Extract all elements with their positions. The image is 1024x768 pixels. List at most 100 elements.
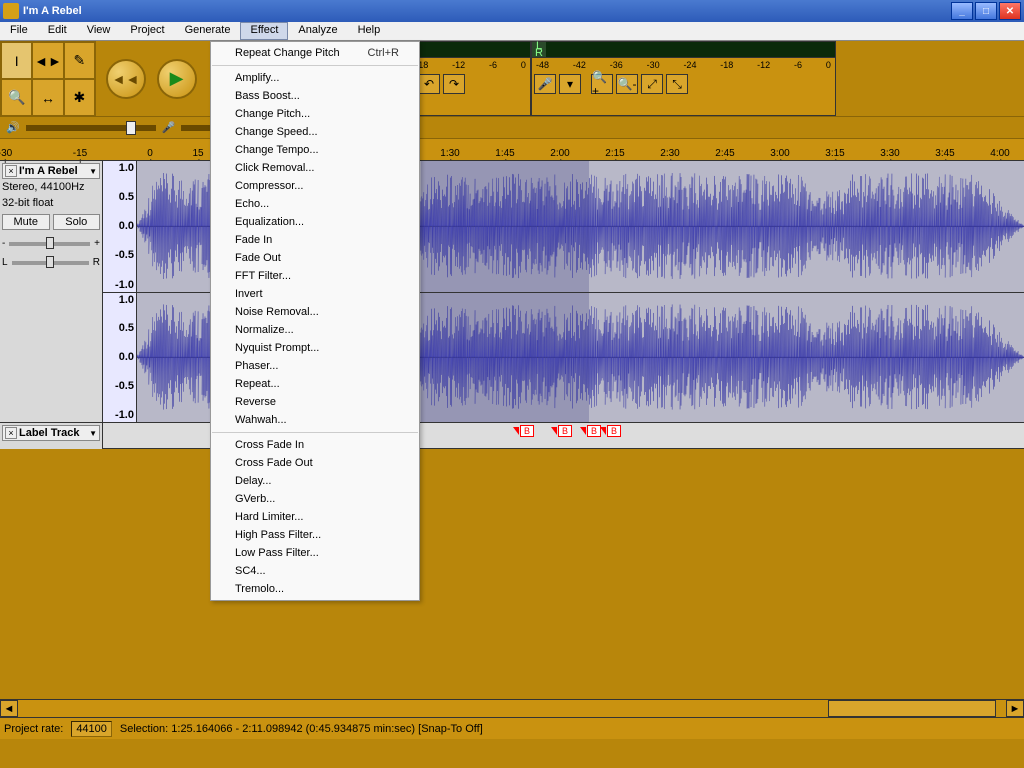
menu-edit[interactable]: Edit bbox=[38, 22, 77, 40]
envelope-tool-icon[interactable]: ◄► bbox=[32, 42, 63, 79]
effect-item[interactable]: Repeat... bbox=[211, 375, 419, 393]
track-header: × I'm A Rebel ▼ Stereo, 44100Hz 32-bit f… bbox=[0, 161, 103, 422]
effect-item[interactable]: Fade Out bbox=[211, 249, 419, 267]
scrollbar-thumb[interactable] bbox=[828, 700, 996, 717]
close-button[interactable]: ✕ bbox=[999, 2, 1021, 20]
effect-item[interactable]: Invert bbox=[211, 285, 419, 303]
mic-icon: 🎤 bbox=[534, 74, 556, 94]
transport-controls: ◄◄ ▶ bbox=[96, 41, 206, 116]
maximize-button[interactable]: □ bbox=[975, 2, 997, 20]
redo-button[interactable]: ↷ bbox=[443, 74, 465, 94]
timeshift-tool-icon[interactable]: ↔ bbox=[32, 79, 63, 116]
effect-item[interactable]: Delay... bbox=[211, 472, 419, 490]
effect-item[interactable]: Bass Boost... bbox=[211, 87, 419, 105]
timeline-tick: 3:30 bbox=[880, 148, 899, 159]
effect-item[interactable]: FFT Filter... bbox=[211, 267, 419, 285]
effect-item[interactable]: Reverse bbox=[211, 393, 419, 411]
rewind-button[interactable]: ◄◄ bbox=[106, 59, 146, 99]
effect-dropdown: Repeat Change Pitch Ctrl+R Amplify...Bas… bbox=[210, 41, 420, 601]
pan-slider[interactable] bbox=[12, 261, 89, 265]
zoom-out-button[interactable]: 🔍- bbox=[616, 74, 638, 94]
timeline-ruler[interactable]: -30-150151:301:452:002:152:302:453:003:1… bbox=[0, 139, 1024, 161]
track-name-label: I'm A Rebel bbox=[19, 165, 89, 177]
gain-slider[interactable] bbox=[9, 242, 90, 246]
selection-tool-icon[interactable]: I bbox=[1, 42, 32, 79]
menu-separator bbox=[212, 65, 418, 66]
output-volume-slider[interactable] bbox=[26, 125, 156, 131]
effect-item[interactable]: Change Pitch... bbox=[211, 105, 419, 123]
fit-selection-button[interactable]: ⤢ bbox=[641, 74, 663, 94]
effect-item[interactable]: Low Pass Filter... bbox=[211, 544, 419, 562]
effect-repeat-shortcut: Ctrl+R bbox=[368, 47, 399, 59]
effect-item[interactable]: Equalization... bbox=[211, 213, 419, 231]
menu-help[interactable]: Help bbox=[348, 22, 391, 40]
input-meter[interactable]: LR -48-42-36-30-24-18-12-60 🎤 ▾ 🔍+ 🔍- ⤢ … bbox=[531, 41, 836, 116]
menu-file[interactable]: File bbox=[0, 22, 38, 40]
effect-item[interactable]: GVerb... bbox=[211, 490, 419, 508]
tool-palette: I ◄► ✎ 🔍 ↔ ✱ bbox=[0, 41, 96, 117]
effect-item[interactable]: Compressor... bbox=[211, 177, 419, 195]
effect-item[interactable]: Amplify... bbox=[211, 69, 419, 87]
menu-effect[interactable]: Effect bbox=[240, 22, 288, 40]
menu-project[interactable]: Project bbox=[120, 22, 174, 40]
effect-item[interactable]: Click Removal... bbox=[211, 159, 419, 177]
label-marker[interactable]: B bbox=[600, 425, 621, 437]
effect-item[interactable]: Normalize... bbox=[211, 321, 419, 339]
status-bar: Project rate: 44100 Selection: 1:25.1640… bbox=[0, 717, 1024, 739]
effect-item[interactable]: Echo... bbox=[211, 195, 419, 213]
label-marker[interactable]: B bbox=[580, 425, 601, 437]
scroll-right-button[interactable]: ► bbox=[1006, 700, 1024, 717]
zoom-in-button[interactable]: 🔍+ bbox=[591, 74, 613, 94]
menu-separator bbox=[212, 432, 418, 433]
menu-view[interactable]: View bbox=[77, 22, 121, 40]
label-track-header: × Label Track ▼ bbox=[0, 423, 103, 449]
mute-button[interactable]: Mute bbox=[2, 214, 50, 230]
menu-generate[interactable]: Generate bbox=[175, 22, 241, 40]
rewind-icon: ◄◄ bbox=[112, 71, 140, 87]
app-icon bbox=[3, 3, 19, 19]
project-rate-value[interactable]: 44100 bbox=[71, 721, 112, 737]
multi-tool-icon[interactable]: ✱ bbox=[64, 79, 95, 116]
effect-item[interactable]: Noise Removal... bbox=[211, 303, 419, 321]
effect-item[interactable]: Fade In bbox=[211, 231, 419, 249]
timeline-tick: 0 bbox=[147, 148, 153, 159]
audio-track: × I'm A Rebel ▼ Stereo, 44100Hz 32-bit f… bbox=[0, 161, 1024, 423]
undo-button[interactable]: ↶ bbox=[418, 74, 440, 94]
menu-analyze[interactable]: Analyze bbox=[288, 22, 347, 40]
timeline-tick: 4:00 bbox=[990, 148, 1009, 159]
horizontal-scrollbar[interactable]: ◄ ► bbox=[0, 699, 1024, 717]
play-button[interactable]: ▶ bbox=[157, 59, 197, 99]
effect-item[interactable]: Tremolo... bbox=[211, 580, 419, 598]
zoom-tool-icon[interactable]: 🔍 bbox=[1, 79, 32, 116]
effect-item[interactable]: Nyquist Prompt... bbox=[211, 339, 419, 357]
titlebar: I'm A Rebel _ □ ✕ bbox=[0, 0, 1024, 22]
effect-item[interactable]: Wahwah... bbox=[211, 411, 419, 429]
track-close-button[interactable]: × bbox=[5, 165, 17, 177]
effect-item[interactable]: Cross Fade Out bbox=[211, 454, 419, 472]
label-track-dropdown[interactable]: × Label Track ▼ bbox=[2, 425, 100, 441]
fit-project-button[interactable]: ⤡ bbox=[666, 74, 688, 94]
mic-icon: 🎤 bbox=[162, 121, 176, 134]
track-close-button[interactable]: × bbox=[5, 427, 17, 439]
input-dropdown-button[interactable]: ▾ bbox=[559, 74, 581, 94]
track-format-2: 32-bit float bbox=[2, 195, 100, 211]
timeline-tick: -15 bbox=[73, 148, 87, 159]
pan-l-label: L bbox=[2, 257, 8, 268]
effect-item[interactable]: Hard Limiter... bbox=[211, 508, 419, 526]
label-marker[interactable]: B bbox=[513, 425, 534, 437]
track-name-dropdown[interactable]: × I'm A Rebel ▼ bbox=[2, 163, 100, 179]
solo-button[interactable]: Solo bbox=[53, 214, 101, 230]
minimize-button[interactable]: _ bbox=[951, 2, 973, 20]
draw-tool-icon[interactable]: ✎ bbox=[64, 42, 95, 79]
effect-item[interactable]: Cross Fade In bbox=[211, 436, 419, 454]
effect-repeat-last[interactable]: Repeat Change Pitch Ctrl+R bbox=[211, 44, 419, 62]
effect-item[interactable]: SC4... bbox=[211, 562, 419, 580]
effect-item[interactable]: Phaser... bbox=[211, 357, 419, 375]
effect-item[interactable]: High Pass Filter... bbox=[211, 526, 419, 544]
timeline-tick: 3:45 bbox=[935, 148, 954, 159]
effect-item[interactable]: Change Speed... bbox=[211, 123, 419, 141]
label-marker[interactable]: B bbox=[551, 425, 572, 437]
window-title: I'm A Rebel bbox=[23, 5, 951, 17]
scroll-left-button[interactable]: ◄ bbox=[0, 700, 18, 717]
effect-item[interactable]: Change Tempo... bbox=[211, 141, 419, 159]
